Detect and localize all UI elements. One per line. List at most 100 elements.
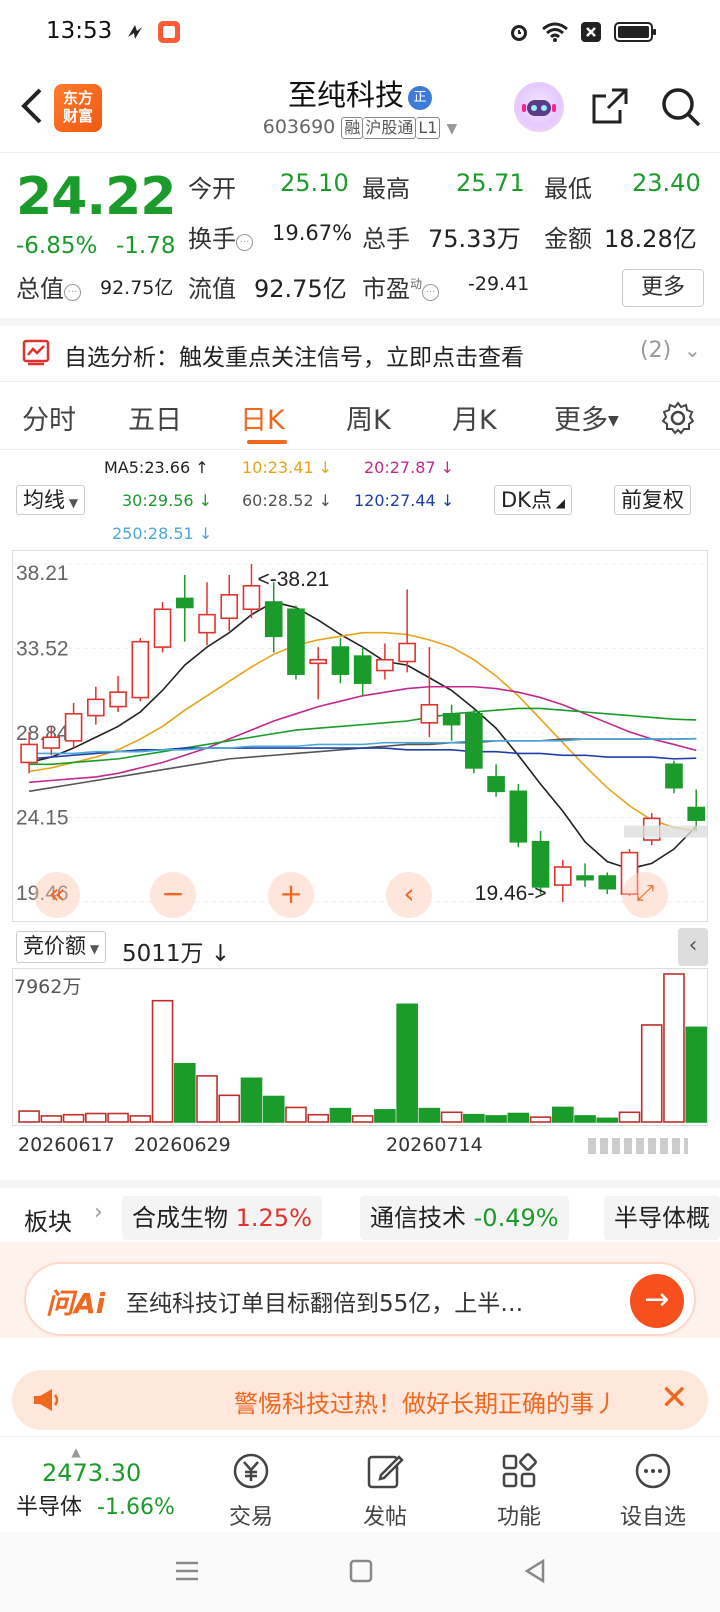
volume-chart[interactable]	[12, 968, 708, 1126]
float-value: 92.75亿	[254, 275, 347, 303]
volume-bar	[329, 1107, 352, 1123]
sector-chip-3[interactable]: 半导体概	[604, 1196, 720, 1240]
home-icon[interactable]	[346, 1556, 376, 1586]
date-scrollbar[interactable]	[588, 1138, 688, 1154]
sector-chip-2[interactable]: 通信技术 -0.49%	[360, 1196, 569, 1240]
volume-bar	[18, 1110, 40, 1123]
change-amount: -1.78	[116, 233, 176, 259]
ma120-legend: 120:27.44 ↓	[354, 491, 455, 510]
warning-banner[interactable]: 警惕科技过热！做好长期正确的事丿 ✕	[12, 1370, 708, 1430]
collapse-panel-button[interactable]: ‹	[678, 928, 708, 966]
turnover-value: 19.67%	[272, 221, 353, 245]
caret-down-icon[interactable]: ▼	[446, 121, 457, 137]
post-label: 发帖	[362, 1505, 407, 1530]
function-button[interactable]: 功能	[474, 1451, 564, 1531]
analysis-alert[interactable]: 自选分析：触发重点关注信号，立即点击查看 (2) ⌄	[0, 318, 720, 382]
kline-chart[interactable]: 38.2133.5228.8424.1519.46<-38.2119.46->	[12, 550, 708, 922]
tab-monthly-k[interactable]: 月K	[452, 398, 497, 437]
indicator-value: 5011万 ↓	[122, 941, 231, 967]
min-price-label: 19.46->	[475, 882, 547, 905]
more-dots-icon	[635, 1453, 671, 1489]
sector-label: 板块	[24, 1208, 72, 1236]
y-tick-label: 38.21	[16, 562, 69, 585]
info-icon[interactable]: ···	[422, 284, 440, 301]
pe-sup: 动	[410, 277, 423, 291]
info-icon[interactable]: ···	[236, 234, 253, 251]
ma20-value: 20:27.87	[364, 458, 436, 477]
indicator-select[interactable]: 竞价额 ▼	[16, 931, 107, 963]
search-icon[interactable]	[660, 86, 702, 128]
zoom-out-button[interactable]: −	[150, 872, 196, 918]
trade-button[interactable]: 交易	[206, 1451, 296, 1531]
volume-value: 75.33万	[428, 225, 521, 253]
volume-bar	[596, 1117, 619, 1123]
post-button[interactable]: 发帖	[340, 1451, 430, 1531]
turnover-label: 换手	[188, 225, 236, 253]
active-tab-indicator	[247, 440, 287, 444]
candle-body	[153, 608, 172, 648]
scroll-left-button[interactable]: ‹	[386, 872, 432, 918]
volume-label: 总手	[362, 225, 410, 253]
grid-icon	[502, 1453, 537, 1488]
candle-body	[442, 713, 461, 726]
index-quote[interactable]: ▲ 2473.30 半导体 -1.66%	[16, 1445, 196, 1521]
chevron-right-icon[interactable]: ›	[94, 1200, 103, 1225]
volume-bar	[463, 1113, 485, 1123]
sector-chip-1[interactable]: 合成生物 1.25%	[122, 1196, 322, 1240]
close-icon[interactable]: ✕	[660, 1378, 689, 1418]
change-percent: -6.85%	[16, 233, 98, 259]
float-label: 流值	[188, 275, 236, 303]
open-value: 25.10	[280, 169, 349, 197]
back-nav-icon[interactable]	[520, 1556, 550, 1586]
status-bar: 13:53	[0, 0, 720, 62]
arrow-right-icon[interactable]: →	[630, 1274, 684, 1328]
tab-more[interactable]: 更多▼	[554, 398, 619, 437]
volume-bar	[618, 1111, 641, 1123]
avg-line-select[interactable]: 均线 ▼	[16, 485, 86, 515]
sector-pct: -0.49%	[473, 1204, 559, 1232]
adjust-select[interactable]: 前复权	[614, 485, 691, 515]
zoom-in-button[interactable]: +	[268, 872, 314, 918]
tab-intraday[interactable]: 分时	[22, 398, 76, 437]
caret-up-icon: ▲	[71, 1445, 81, 1459]
share-icon[interactable]	[590, 86, 630, 126]
tab-daily-k[interactable]: 日K	[240, 398, 285, 437]
candle-body	[64, 713, 83, 742]
gear-icon[interactable]	[660, 400, 696, 436]
ma250-value: 250:28.51	[112, 524, 194, 543]
ai-robot-icon[interactable]	[514, 82, 564, 132]
candle-body	[109, 691, 127, 708]
screen: 13:53 东方 财富 至纯科技正 603690 融 沪股通 L1 ▼ 24.2…	[0, 0, 720, 1612]
candle-body	[376, 658, 394, 672]
zheng-badge: 正	[408, 86, 432, 110]
add-watchlist-button[interactable]: 设自选	[608, 1451, 698, 1531]
candle-body	[220, 594, 239, 620]
ma30-value: 30:29.56	[122, 491, 194, 510]
candle-body	[264, 601, 283, 638]
tab-five-day[interactable]: 五日	[128, 398, 182, 437]
ai-question-box[interactable]: 问Ai 至纯科技订单目标翻倍到55亿，上半… →	[24, 1262, 696, 1336]
app-badge-icon	[156, 20, 182, 44]
last-price: 24.22	[16, 167, 176, 227]
tab-weekly-k[interactable]: 周K	[346, 398, 391, 437]
pe-value: -29.41	[468, 273, 530, 295]
more-button[interactable]: 更多	[622, 269, 704, 307]
volume-bar	[396, 1003, 418, 1123]
ma10-value: 10:23.41	[242, 458, 314, 477]
info-icon[interactable]: ···	[64, 284, 81, 301]
menu-icon[interactable]	[172, 1556, 202, 1586]
candle-body	[20, 743, 38, 764]
wifi-icon	[540, 20, 570, 44]
volume-bar	[663, 973, 685, 1123]
scroll-left-fast-button[interactable]: «	[34, 872, 80, 918]
dk-point-select[interactable]: DK点 ◢	[494, 485, 572, 515]
volume-bar	[485, 1115, 507, 1123]
max-price-label: <-38.21	[257, 568, 329, 591]
index-name: 半导体	[16, 1495, 83, 1520]
quote-panel: 24.22 -6.85% -1.78 今开 25.10 最高 25.71 最低 …	[0, 152, 720, 316]
volume-bar	[440, 1111, 463, 1123]
candle-body	[87, 698, 105, 717]
caret-corner-icon: ◢	[551, 496, 565, 510]
expand-icon[interactable]: ⤢	[622, 872, 668, 918]
megaphone-icon	[34, 1389, 59, 1411]
